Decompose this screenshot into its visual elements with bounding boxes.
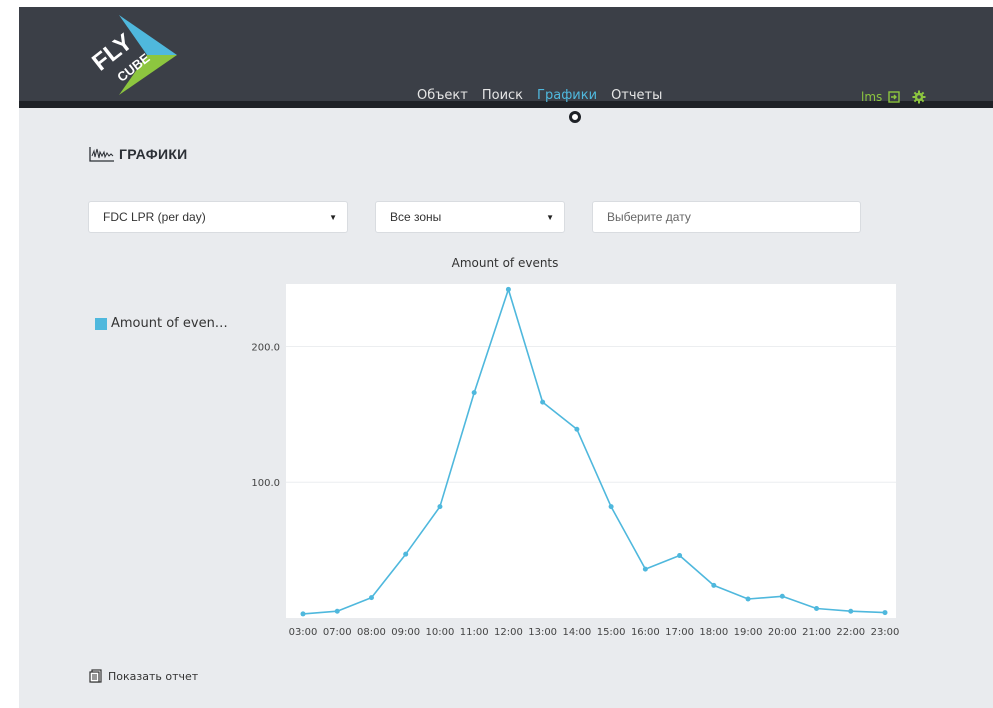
x-tick-label: 15:00 (597, 627, 626, 638)
chart-title: Amount of events (451, 256, 559, 270)
line-chart: 100.0 200.0 03:00 07:00 08:00 09:00 10:00 11:00… (251, 284, 900, 638)
flycube-logo[interactable]: FLY CUBE (85, 15, 177, 95)
nav-item-charts[interactable]: Графики (537, 88, 597, 108)
y-tick-label: 100.0 (251, 478, 280, 489)
app-window: FLY CUBE Объект Поиск Графики Отчеты lms (19, 7, 993, 708)
x-tick-label: 14:00 (562, 627, 591, 638)
data-point (711, 582, 717, 588)
x-tick-label: 08:00 (357, 627, 386, 638)
data-point (505, 286, 511, 292)
data-point (882, 610, 888, 616)
x-tick-label: 21:00 (802, 627, 831, 638)
user-area: lms (861, 90, 926, 104)
data-point (574, 426, 580, 432)
x-tick-label: 12:00 (494, 627, 523, 638)
show-report-label: Показать отчет (108, 669, 199, 683)
document-icon (89, 669, 102, 683)
nav-item-object[interactable]: Объект (417, 88, 468, 108)
logout-icon[interactable] (888, 91, 900, 103)
username[interactable]: lms (861, 90, 882, 104)
data-point (437, 504, 443, 510)
zone-select[interactable]: Все зоны ▼ (375, 201, 565, 233)
data-point (471, 390, 477, 396)
x-tick-label: 18:00 (699, 627, 728, 638)
zone-value: Все зоны (390, 210, 442, 224)
data-point (642, 566, 648, 572)
data-point (540, 399, 546, 405)
active-nav-indicator (569, 111, 581, 123)
show-report-link[interactable]: Показать отчет (89, 669, 198, 683)
data-point (814, 605, 820, 611)
legend-swatch (95, 317, 107, 330)
data-point (403, 551, 409, 557)
page-title: ГРАФИКИ (89, 146, 188, 162)
data-point (745, 596, 751, 602)
page-title-text: ГРАФИКИ (119, 146, 188, 162)
caret-down-icon: ▼ (546, 212, 554, 222)
chart-legend[interactable]: Amount of even… (95, 316, 228, 331)
x-tick-label: 13:00 (528, 627, 557, 638)
data-point (677, 553, 683, 559)
x-tick-label: 19:00 (734, 627, 763, 638)
x-tick-label: 03:00 (289, 627, 318, 638)
main-nav: Объект Поиск Графики Отчеты (417, 88, 676, 108)
chart-wave-icon (89, 147, 114, 162)
x-tick-label: 22:00 (836, 627, 865, 638)
gear-icon[interactable] (912, 90, 926, 104)
x-tick-label: 20:00 (768, 627, 797, 638)
data-point (334, 608, 340, 614)
x-tick-label: 23:00 (871, 627, 900, 638)
data-point (368, 595, 374, 601)
data-point (608, 504, 614, 510)
x-tick-label: 07:00 (323, 627, 352, 638)
data-point (300, 611, 306, 617)
x-tick-label: 17:00 (665, 627, 694, 638)
y-tick-label: 200.0 (251, 342, 280, 353)
series-line (302, 288, 886, 615)
report-type-select[interactable]: FDC LPR (per day) ▼ (88, 201, 348, 233)
report-type-value: FDC LPR (per day) (103, 210, 206, 224)
nav-item-reports[interactable]: Отчеты (611, 88, 662, 108)
x-tick-label: 11:00 (460, 627, 489, 638)
caret-down-icon: ▼ (329, 212, 337, 222)
nav-item-search[interactable]: Поиск (482, 88, 523, 108)
x-tick-label: 10:00 (426, 627, 455, 638)
x-tick-label: 16:00 (631, 627, 660, 638)
legend-label: Amount of even… (111, 316, 228, 331)
data-point (779, 593, 785, 599)
plot-area (286, 284, 896, 618)
x-tick-label: 09:00 (391, 627, 420, 638)
data-point (848, 608, 854, 614)
top-bar: FLY CUBE Объект Поиск Графики Отчеты lms (19, 7, 993, 108)
date-input[interactable] (592, 201, 861, 233)
